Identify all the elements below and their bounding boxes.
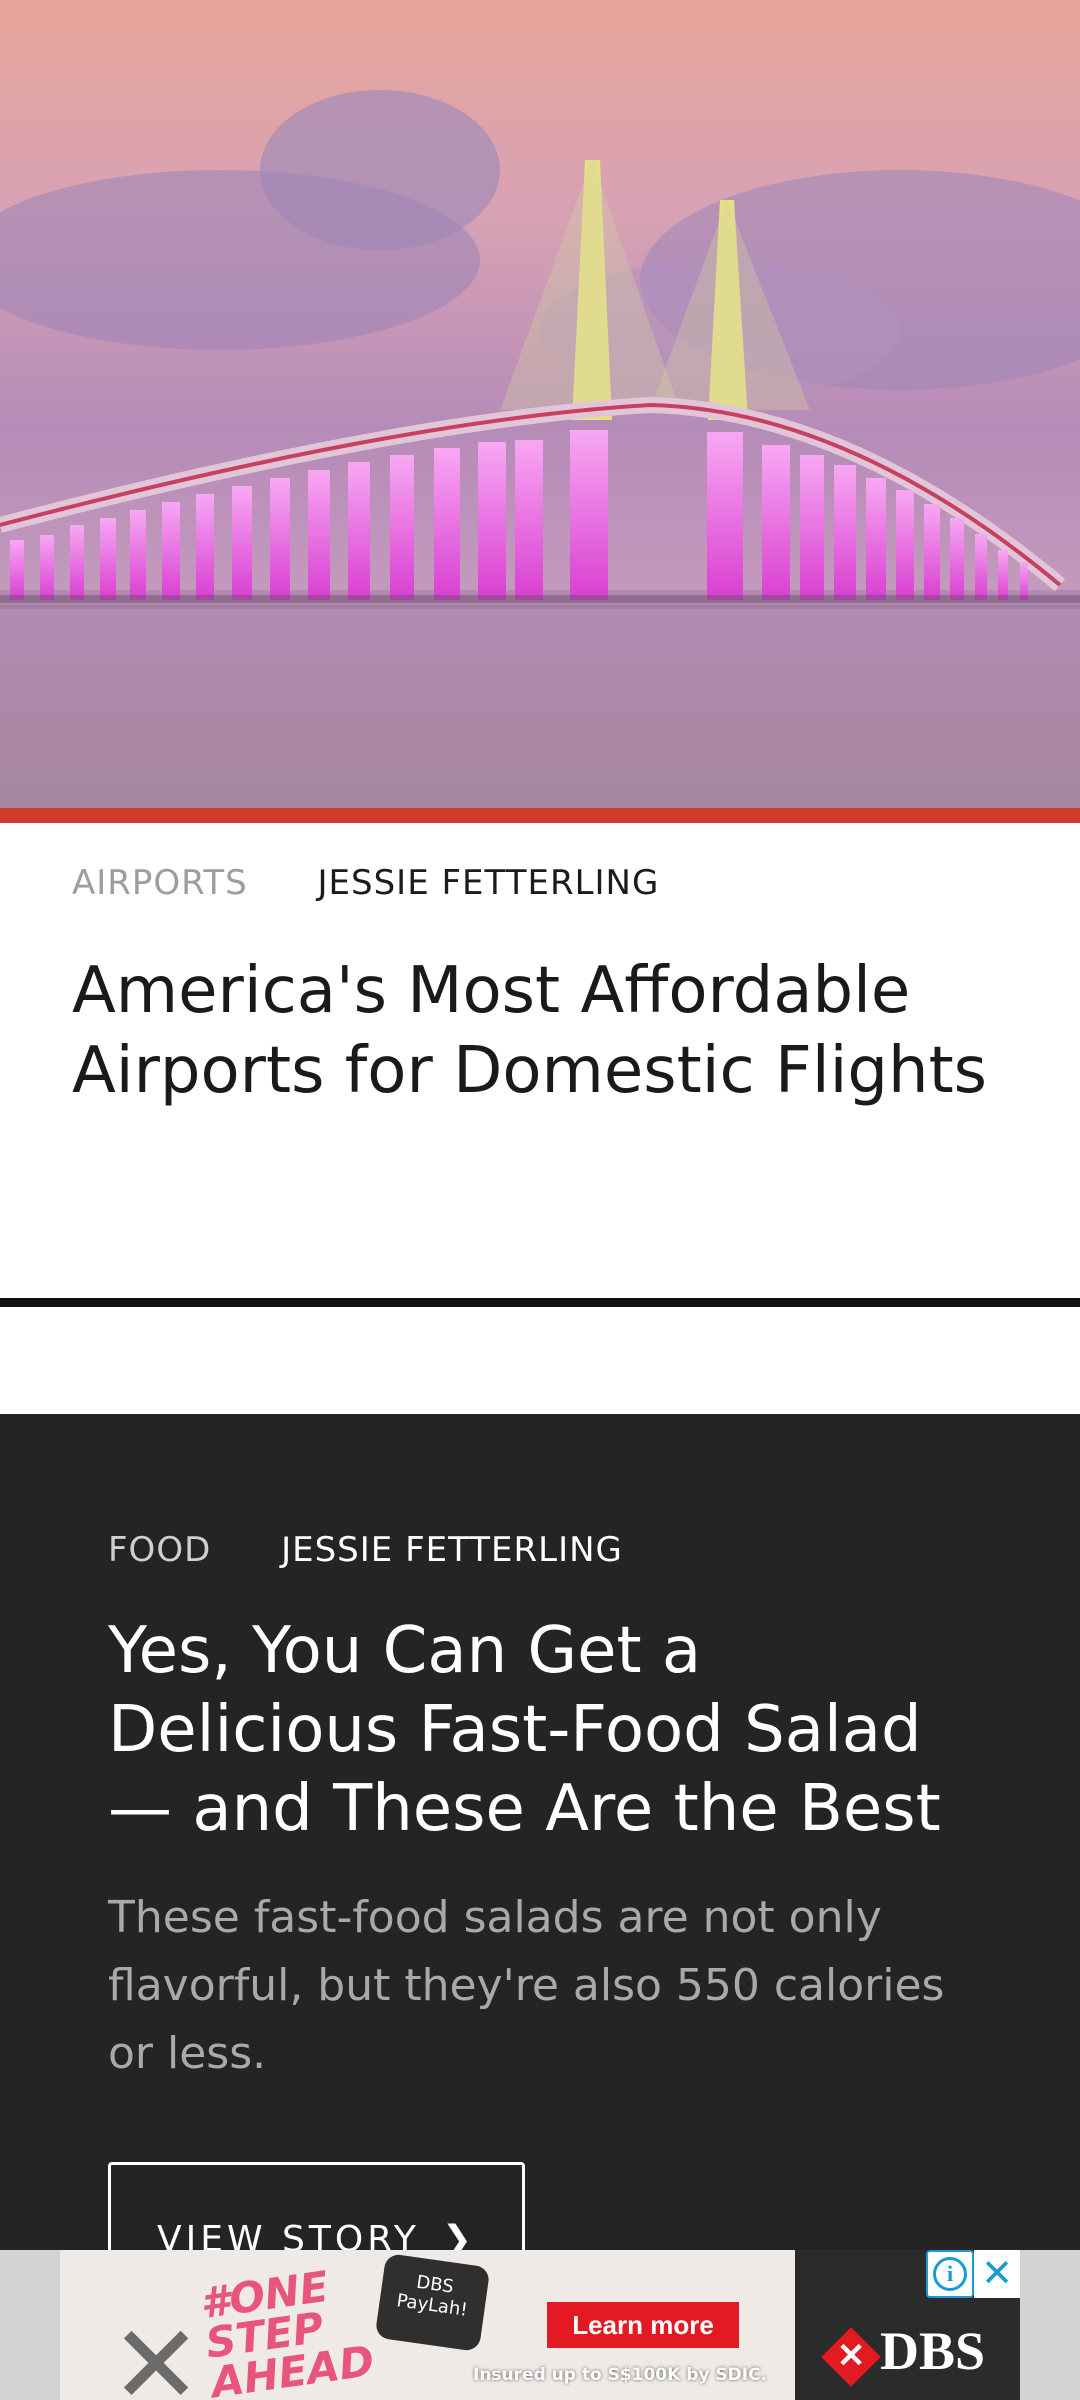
ad-fine-print: Insured up to S$100K by SDIC.: [473, 2365, 767, 2385]
hero-accent-rule: [0, 808, 1080, 823]
article-headline[interactable]: America's Most Affordable Airports for D…: [72, 951, 1032, 1111]
article-meta: FOOD JESSIE FETTERLING: [108, 1530, 623, 1570]
bridge-sunset-image: [0, 0, 1080, 808]
article-headline[interactable]: Yes, You Can Get a Delicious Fast-Food S…: [108, 1612, 988, 1849]
category-link[interactable]: FOOD: [108, 1530, 211, 1570]
article-card-2[interactable]: FOOD JESSIE FETTERLING Yes, You Can Get …: [0, 1414, 1080, 2272]
category-link[interactable]: AIRPORTS: [72, 863, 248, 903]
close-icon[interactable]: ✕: [974, 2250, 1020, 2298]
ad-brand-logo: ✕ DBS: [821, 2320, 986, 2387]
hero-image[interactable]: [0, 0, 1080, 808]
article-meta: AIRPORTS JESSIE FETTERLING: [72, 863, 659, 903]
dbs-logo-icon: ✕: [821, 2326, 881, 2387]
x-graphic-icon: ✕: [110, 2301, 203, 2400]
article-dek: These fast-food salads are not only flav…: [108, 1892, 945, 2079]
ad-banner-container: ✕ #ONE STEP AHEAD DBS PayLah! Learn more…: [0, 2250, 1080, 2400]
ad-banner[interactable]: ✕ #ONE STEP AHEAD DBS PayLah! Learn more…: [60, 2250, 1020, 2400]
ad-sticker: DBS PayLah!: [374, 2253, 491, 2352]
ad-brand-text: DBS: [880, 2321, 986, 2381]
author-link[interactable]: JESSIE FETTERLING: [318, 863, 660, 903]
article-card-1[interactable]: AIRPORTS JESSIE FETTERLING America's Mos…: [0, 823, 1080, 1298]
info-icon[interactable]: i: [926, 2250, 974, 2298]
learn-more-button[interactable]: Learn more: [547, 2302, 739, 2348]
section-divider: [0, 1298, 1080, 1307]
author-link[interactable]: JESSIE FETTERLING: [281, 1530, 623, 1570]
